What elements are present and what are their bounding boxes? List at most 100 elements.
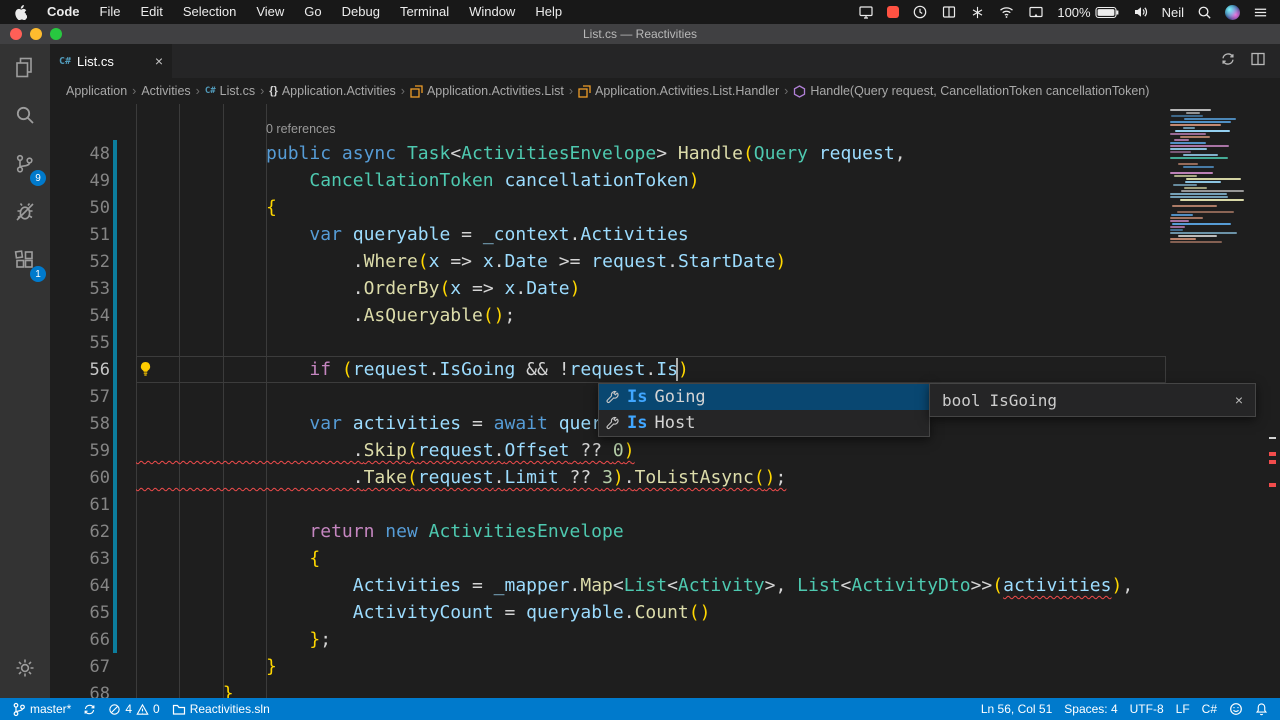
line-number[interactable]: 57: [50, 387, 110, 407]
minimize-window-button[interactable]: [30, 28, 42, 40]
explorer-icon[interactable]: [0, 44, 50, 92]
suggest-item-ishost[interactable]: IsHost: [599, 410, 929, 436]
code-line-52[interactable]: 52 .Where(x => x.Date >= request.StartDa…: [50, 248, 1280, 275]
menu-item-code[interactable]: Code: [37, 0, 90, 24]
codelens-references[interactable]: 0 references: [50, 104, 1280, 140]
line-number[interactable]: 55: [50, 333, 110, 353]
line-number[interactable]: 54: [50, 306, 110, 326]
screen-mirroring-icon[interactable]: [1028, 4, 1044, 20]
menu-item-debug[interactable]: Debug: [332, 0, 390, 24]
solution-indicator[interactable]: Reactivities.sln: [166, 698, 276, 720]
settings-gear-icon[interactable]: [0, 644, 50, 692]
user-menu[interactable]: Neil: [1162, 5, 1184, 20]
spotlight-search-icon[interactable]: [1197, 5, 1212, 20]
sync-changes-button[interactable]: [77, 698, 102, 720]
language-mode-indicator[interactable]: C#: [1196, 698, 1223, 720]
eol-indicator[interactable]: LF: [1170, 698, 1196, 720]
line-number[interactable]: 61: [50, 495, 110, 515]
line-number[interactable]: 64: [50, 576, 110, 596]
line-number[interactable]: 59: [50, 441, 110, 461]
breadcrumb-item[interactable]: Handle(Query request, CancellationToken …: [793, 84, 1149, 98]
breadcrumb-item[interactable]: Application.Activities.List.Handler: [578, 84, 779, 98]
source-control-icon[interactable]: 9: [0, 140, 50, 188]
problems-indicator[interactable]: 4 0: [102, 698, 165, 720]
lightbulb-icon[interactable]: [138, 361, 153, 381]
line-number[interactable]: 52: [50, 252, 110, 272]
siri-icon[interactable]: [1225, 5, 1240, 20]
code-line-66[interactable]: 66 };: [50, 626, 1280, 653]
menu-item-selection[interactable]: Selection: [173, 0, 246, 24]
line-number[interactable]: 53: [50, 279, 110, 299]
line-number[interactable]: 51: [50, 225, 110, 245]
debug-icon[interactable]: [0, 188, 50, 236]
control-center-icon[interactable]: [1253, 5, 1268, 20]
zoom-window-button[interactable]: [50, 28, 62, 40]
breadcrumb-item[interactable]: C#List.cs: [205, 84, 255, 98]
line-number[interactable]: 63: [50, 549, 110, 569]
code-line-53[interactable]: 53 .OrderBy(x => x.Date): [50, 275, 1280, 302]
code-line-68[interactable]: 68 }: [50, 680, 1280, 698]
extensions-icon[interactable]: 1: [0, 236, 50, 284]
open-changes-icon[interactable]: [1220, 51, 1236, 72]
line-number[interactable]: 65: [50, 603, 110, 623]
suggest-item-isgoing[interactable]: IsGoing: [599, 384, 929, 410]
search-icon[interactable]: [0, 92, 50, 140]
window-manager-icon[interactable]: [941, 4, 957, 20]
code-line-61[interactable]: 61: [50, 491, 1280, 518]
split-editor-icon[interactable]: [1250, 51, 1266, 72]
menu-item-view[interactable]: View: [246, 0, 294, 24]
code-line-56[interactable]: 56 if (request.IsGoing && !request.Is): [50, 356, 1280, 383]
menu-item-window[interactable]: Window: [459, 0, 525, 24]
tab-list-cs[interactable]: C# List.cs ×: [50, 44, 172, 78]
code-line-49[interactable]: 49 CancellationToken cancellationToken): [50, 167, 1280, 194]
git-branch-indicator[interactable]: master*: [6, 698, 77, 720]
battery-indicator[interactable]: 100%: [1057, 5, 1119, 20]
cursor-position-indicator[interactable]: Ln 56, Col 51: [975, 698, 1058, 720]
code-line-64[interactable]: 64 Activities = _mapper.Map<List<Activit…: [50, 572, 1280, 599]
code-line-62[interactable]: 62 return new ActivitiesEnvelope: [50, 518, 1280, 545]
line-number[interactable]: 62: [50, 522, 110, 542]
breadcrumb-item[interactable]: Application: [66, 84, 127, 98]
overview-ruler[interactable]: [1265, 104, 1280, 698]
indentation-indicator[interactable]: Spaces: 4: [1058, 698, 1123, 720]
clock-icon[interactable]: [912, 4, 928, 20]
line-number[interactable]: 60: [50, 468, 110, 488]
snowflake-icon[interactable]: [970, 5, 985, 20]
line-number[interactable]: 68: [50, 684, 110, 699]
apple-menu-icon[interactable]: [0, 5, 37, 20]
line-number[interactable]: 67: [50, 657, 110, 677]
feedback-smiley-icon[interactable]: [1223, 698, 1249, 720]
menu-item-edit[interactable]: Edit: [130, 0, 172, 24]
code-editor[interactable]: 0 references 48 public async Task<Activi…: [50, 104, 1280, 698]
code-line-48[interactable]: 48 public async Task<ActivitiesEnvelope>…: [50, 140, 1280, 167]
code-line-54[interactable]: 54 .AsQueryable();: [50, 302, 1280, 329]
code-line-51[interactable]: 51 var queryable = _context.Activities: [50, 221, 1280, 248]
menu-item-terminal[interactable]: Terminal: [390, 0, 459, 24]
code-line-55[interactable]: 55: [50, 329, 1280, 356]
line-number[interactable]: 48: [50, 144, 110, 164]
code-line-60[interactable]: 60 .Take(request.Limit ?? 3).ToListAsync…: [50, 464, 1280, 491]
line-number[interactable]: 50: [50, 198, 110, 218]
menu-item-help[interactable]: Help: [525, 0, 572, 24]
monitor-icon[interactable]: [858, 4, 874, 20]
code-line-50[interactable]: 50 {: [50, 194, 1280, 221]
breadcrumb-item[interactable]: Activities: [141, 84, 190, 98]
line-number[interactable]: 66: [50, 630, 110, 650]
wifi-icon[interactable]: [998, 5, 1015, 19]
code-line-63[interactable]: 63 {: [50, 545, 1280, 572]
notifications-bell-icon[interactable]: [1249, 698, 1274, 720]
menu-item-go[interactable]: Go: [294, 0, 331, 24]
suggest-close-icon[interactable]: ×: [1235, 392, 1243, 408]
code-line-65[interactable]: 65 ActivityCount = queryable.Count(): [50, 599, 1280, 626]
menu-item-file[interactable]: File: [90, 0, 131, 24]
line-number[interactable]: 49: [50, 171, 110, 191]
volume-icon[interactable]: [1133, 5, 1149, 19]
code-line-59[interactable]: 59 .Skip(request.Offset ?? 0): [50, 437, 1280, 464]
breadcrumb-item[interactable]: {}Application.Activities: [269, 84, 396, 98]
breadcrumb-item[interactable]: Application.Activities.List: [410, 84, 564, 98]
tab-close-icon[interactable]: ×: [155, 53, 163, 69]
encoding-indicator[interactable]: UTF-8: [1124, 698, 1170, 720]
record-app-icon[interactable]: [887, 6, 899, 18]
code-line-67[interactable]: 67 }: [50, 653, 1280, 680]
close-window-button[interactable]: [10, 28, 22, 40]
